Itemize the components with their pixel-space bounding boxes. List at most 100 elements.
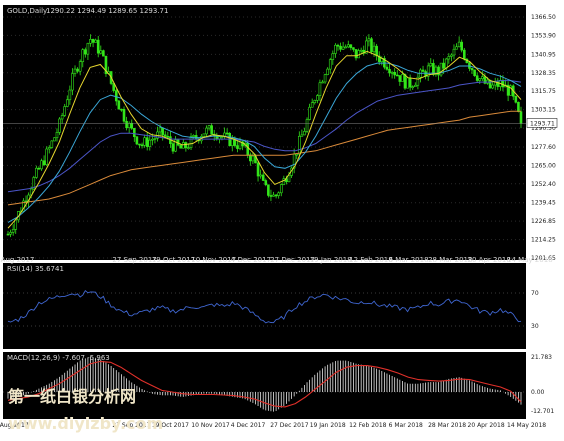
candle-body bbox=[14, 219, 18, 230]
candle-body bbox=[352, 47, 355, 50]
candle-body bbox=[398, 75, 402, 82]
candle-body bbox=[238, 141, 242, 149]
candle-body bbox=[81, 49, 85, 62]
date-tick-label: 12 Feb 2018 bbox=[349, 256, 393, 264]
candle-body bbox=[326, 68, 329, 75]
candle-body bbox=[390, 72, 394, 74]
candle-body bbox=[429, 63, 433, 67]
candle-body bbox=[310, 102, 314, 108]
date-tick-label: 27 Dec 2017 bbox=[270, 256, 315, 264]
candle-body bbox=[91, 39, 95, 43]
candle-body bbox=[122, 109, 126, 122]
candle-body bbox=[130, 122, 134, 129]
rsi-panel[interactable] bbox=[3, 263, 526, 349]
candle-body bbox=[274, 194, 278, 197]
candle-body bbox=[225, 132, 229, 135]
candle-body bbox=[460, 41, 464, 51]
rsi-panel-title: RSI(14) 35.6741 bbox=[7, 265, 64, 273]
candle-body bbox=[207, 125, 211, 129]
candle-body bbox=[53, 137, 56, 142]
date-tick-label: 4 Aug 2017 bbox=[0, 256, 34, 264]
price-panel[interactable] bbox=[3, 5, 526, 260]
candle-body bbox=[138, 143, 141, 146]
candle-body bbox=[475, 75, 479, 81]
macd-panel-title: MACD(12,26,9) -7.607 -5.963 bbox=[7, 354, 110, 362]
candle-body bbox=[127, 122, 131, 129]
price-tick-label: 1277.60 bbox=[531, 144, 556, 151]
candle-body bbox=[367, 38, 371, 42]
candle-body bbox=[388, 69, 391, 74]
candle-body bbox=[84, 49, 87, 55]
candle-body bbox=[246, 142, 250, 156]
rsi-tick-label: 70 bbox=[531, 290, 539, 297]
candle-body bbox=[6, 233, 10, 236]
candle-body bbox=[205, 127, 208, 135]
date-tick-label: 12 Feb 2018 bbox=[349, 422, 387, 429]
candle-body bbox=[308, 106, 311, 120]
candle-body bbox=[202, 133, 206, 137]
price-tick-label: 1340.95 bbox=[531, 51, 556, 58]
candle-body bbox=[395, 74, 399, 77]
date-tick-label: 20 Apr 2018 bbox=[468, 422, 505, 429]
date-tick-label: 4 Dec 2017 bbox=[231, 422, 266, 429]
candle-body bbox=[256, 162, 260, 177]
date-tick-label: 14 May 2018 bbox=[507, 256, 553, 264]
candle-body bbox=[9, 232, 12, 235]
price-tick-label: 1353.90 bbox=[531, 32, 556, 39]
candle-body bbox=[153, 138, 157, 140]
date-tick-label: 10 Nov 2017 bbox=[191, 256, 236, 264]
candle-body bbox=[78, 61, 82, 72]
candle-body bbox=[272, 194, 275, 197]
candle-body bbox=[450, 54, 453, 57]
candle-body bbox=[442, 62, 445, 69]
price-panel-title: GOLD,Daily bbox=[7, 7, 47, 15]
candle-body bbox=[37, 167, 41, 170]
candle-body bbox=[514, 95, 518, 103]
candle-body bbox=[401, 74, 404, 82]
candle-body bbox=[287, 175, 291, 183]
candle-body bbox=[303, 131, 306, 136]
candle-body bbox=[94, 39, 97, 43]
candle-body bbox=[341, 46, 345, 50]
chart-svg: 1366.50 1353.90 1340.95 1328.35 1315.75 1303.… bbox=[0, 0, 564, 441]
macd-tick-label: 0.00 bbox=[531, 389, 545, 396]
candle-body bbox=[120, 108, 123, 111]
candle-body bbox=[457, 41, 461, 48]
candle-body bbox=[517, 101, 520, 112]
candle-body bbox=[349, 44, 353, 48]
candle-body bbox=[251, 155, 255, 162]
candle-body bbox=[305, 119, 309, 132]
price-tick-label: 1226.85 bbox=[531, 218, 556, 225]
price-tick-label: 1239.45 bbox=[531, 200, 556, 207]
candle-body bbox=[470, 68, 474, 71]
candle-body bbox=[73, 68, 77, 74]
watermark-url: www.diyizby.com bbox=[8, 414, 163, 433]
price-tick-label: 1252.40 bbox=[531, 181, 556, 188]
price-tick-label: 1328.35 bbox=[531, 70, 556, 77]
candle-body bbox=[133, 128, 136, 138]
date-tick-label: 6 Mar 2018 bbox=[389, 256, 429, 264]
macd-panel[interactable] bbox=[3, 352, 526, 419]
date-tick-label: 6 Mar 2018 bbox=[389, 422, 423, 429]
candle-body bbox=[455, 46, 458, 50]
candle-body bbox=[192, 135, 195, 137]
candle-body bbox=[408, 77, 412, 88]
candle-body bbox=[102, 50, 105, 57]
price-tick-label: 1303.15 bbox=[531, 107, 556, 114]
candle-body bbox=[11, 229, 15, 233]
candle-body bbox=[259, 174, 262, 177]
candle-body bbox=[135, 136, 139, 145]
candle-body bbox=[359, 49, 363, 52]
candle-body bbox=[171, 143, 175, 152]
candle-body bbox=[220, 136, 224, 138]
candle-body bbox=[60, 115, 64, 120]
candle-body bbox=[151, 138, 154, 141]
candle-body bbox=[114, 90, 118, 102]
candle-body bbox=[414, 84, 417, 88]
candle-body bbox=[143, 137, 146, 146]
candle-body bbox=[406, 77, 409, 89]
candle-body bbox=[298, 135, 301, 155]
candle-body bbox=[99, 50, 103, 54]
candle-body bbox=[63, 106, 67, 116]
candle-body bbox=[187, 147, 190, 149]
